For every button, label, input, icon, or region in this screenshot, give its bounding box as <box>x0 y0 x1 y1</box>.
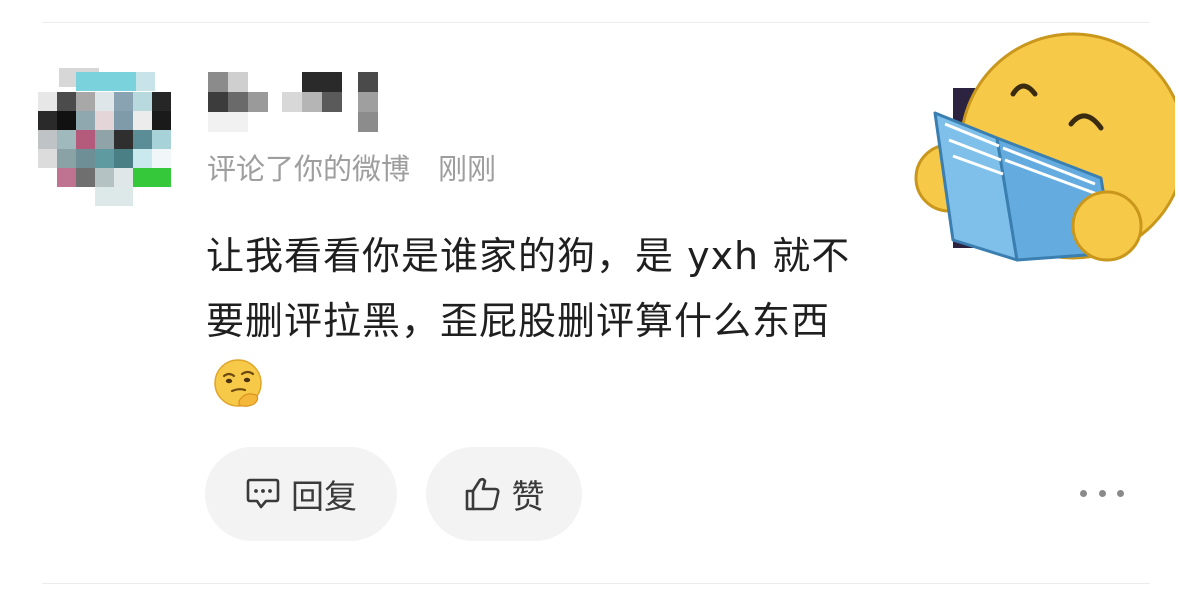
thumbs-up-icon <box>464 476 502 512</box>
comment-bubble-icon <box>245 477 281 511</box>
username-redacted[interactable] <box>206 72 396 134</box>
timestamp: 刚刚 <box>438 152 497 186</box>
more-dots-icon <box>1080 489 1087 497</box>
avatar[interactable] <box>38 68 174 208</box>
reply-label: 回复 <box>291 477 357 516</box>
thinking-face-emoji <box>212 357 264 429</box>
like-button[interactable]: 赞 <box>426 447 582 541</box>
top-divider <box>42 22 1150 23</box>
smiley-reading-book-sticker <box>905 28 1179 278</box>
reply-button[interactable]: 回复 <box>205 447 397 541</box>
notification-meta: 评论了你的微博 刚刚 <box>207 146 496 188</box>
comment-text: 让我看看你是谁家的狗，是 yxh 就不要删评拉黑，歪屁股删评算什么东西 <box>206 234 851 343</box>
more-options-button[interactable] <box>1080 478 1124 508</box>
like-label: 赞 <box>511 477 545 516</box>
bottom-divider <box>42 583 1150 584</box>
action-text: 评论了你的微博 <box>207 152 411 186</box>
comment-body: 让我看看你是谁家的狗，是 yxh 就不要删评拉黑，歪屁股删评算什么东西 <box>206 224 876 429</box>
